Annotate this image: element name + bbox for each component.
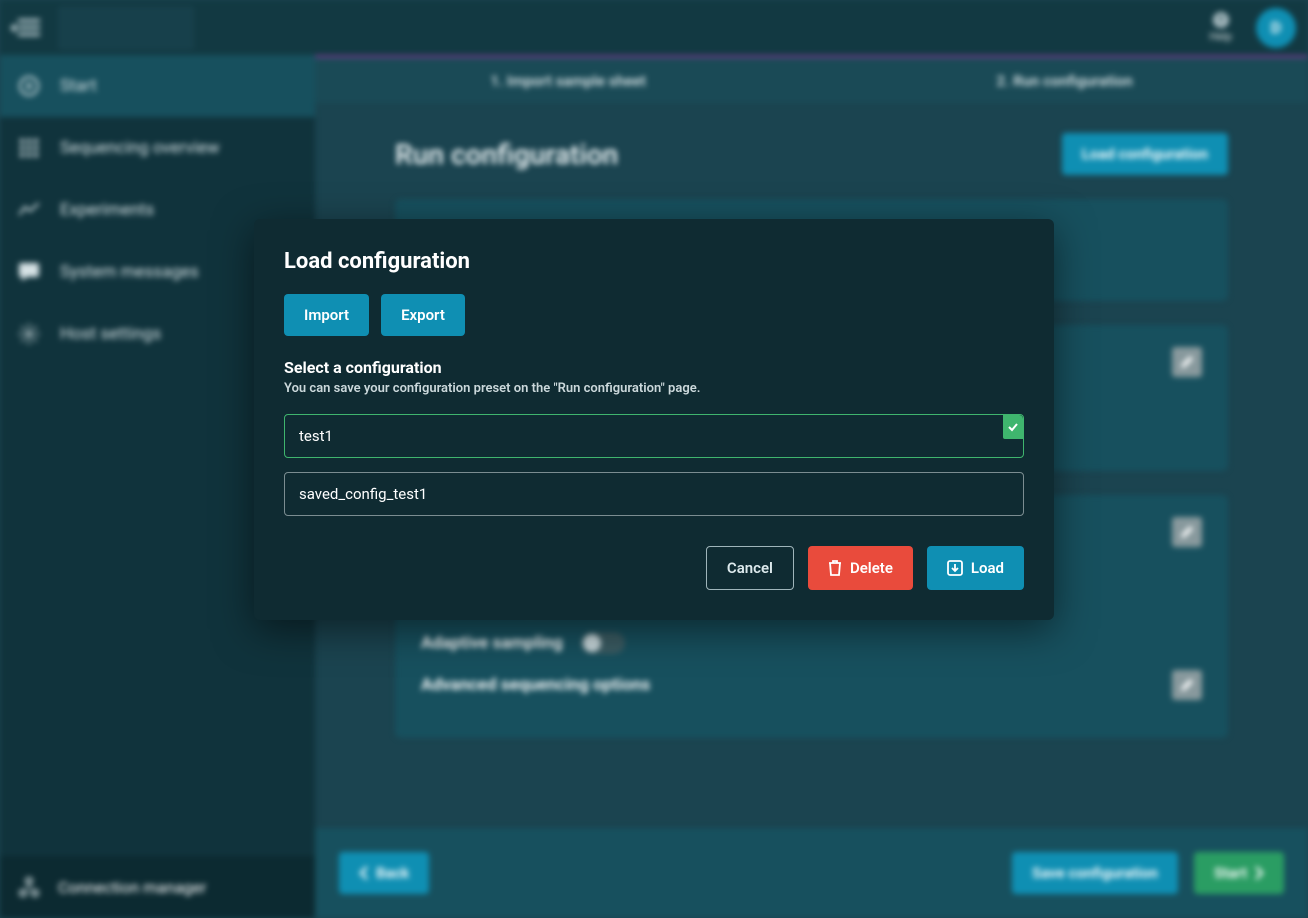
- load-button[interactable]: Load: [927, 546, 1024, 590]
- modal-overlay: Load configuration Import Export Select …: [0, 0, 1308, 918]
- cancel-button[interactable]: Cancel: [706, 546, 794, 590]
- download-icon: [947, 560, 963, 576]
- select-config-title: Select a configuration: [284, 358, 1024, 377]
- config-item-saved-config-test1[interactable]: saved_config_test1: [284, 472, 1024, 516]
- modal-title: Load configuration: [284, 249, 1024, 274]
- select-config-desc: You can save your configuration preset o…: [284, 381, 1024, 396]
- load-configuration-modal: Load configuration Import Export Select …: [254, 219, 1054, 620]
- export-button[interactable]: Export: [381, 294, 465, 336]
- import-button[interactable]: Import: [284, 294, 369, 336]
- delete-label: Delete: [850, 559, 893, 577]
- check-icon: [1003, 415, 1023, 439]
- load-label: Load: [971, 559, 1004, 577]
- config-item-label: test1: [299, 427, 333, 445]
- config-item-label: saved_config_test1: [299, 485, 427, 503]
- config-item-test1[interactable]: test1: [284, 414, 1024, 458]
- delete-button[interactable]: Delete: [808, 546, 913, 590]
- trash-icon: [828, 560, 842, 576]
